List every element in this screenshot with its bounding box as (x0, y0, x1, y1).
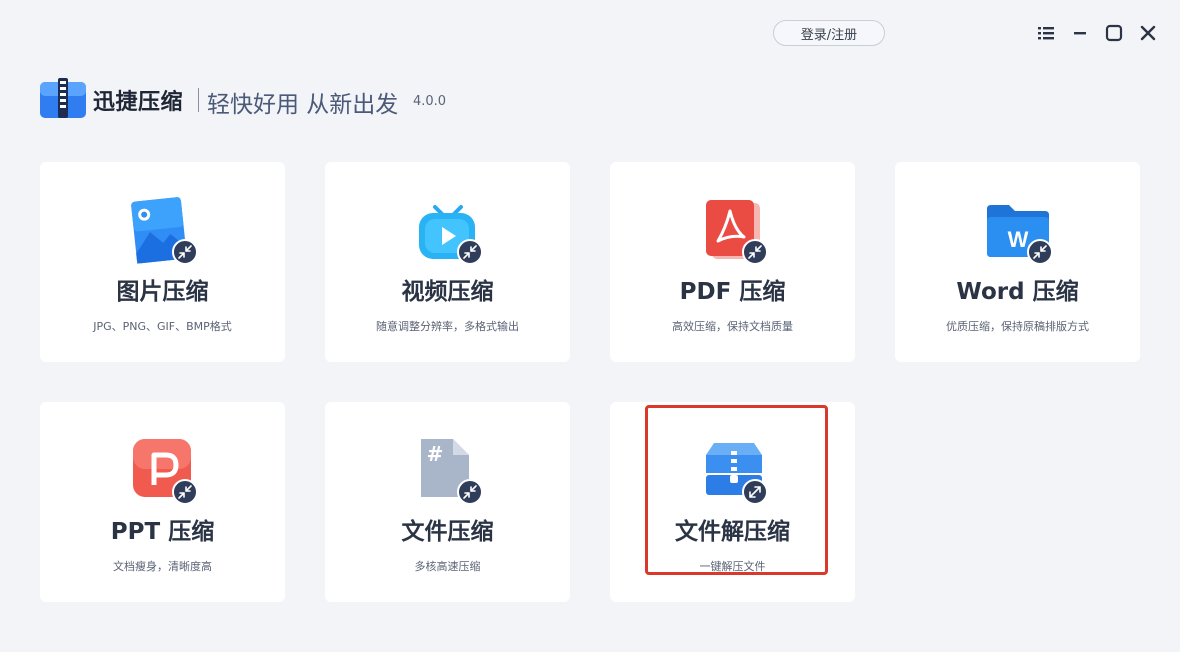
card-description: 高效压缩，保持文档质量 (672, 320, 793, 333)
card-file-decompress[interactable]: 文件解压缩 一键解压文件 (610, 402, 855, 602)
file-hash-icon: # (413, 435, 483, 505)
card-pdf-compress[interactable]: PDF 压缩 高效压缩，保持文档质量 (610, 162, 855, 362)
unzip-icon (698, 435, 768, 505)
card-title: Word 压缩 (956, 279, 1079, 305)
ppt-icon (128, 435, 198, 505)
card-title: 视频压缩 (401, 279, 494, 305)
image-icon (128, 195, 198, 265)
card-title: 文件解压缩 (675, 519, 790, 545)
brand-name: 迅捷压缩 (93, 90, 184, 115)
svg-text:W: W (1007, 227, 1028, 252)
pdf-icon (698, 195, 768, 265)
card-file-compress[interactable]: # 文件压缩 多核高速压缩 (325, 402, 570, 602)
video-tv-icon (413, 195, 483, 265)
version-label: 4.0.0 (413, 94, 447, 109)
card-image-compress[interactable]: 图片压缩 JPG、PNG、GIF、BMP格式 (40, 162, 285, 362)
card-video-compress[interactable]: 视频压缩 随意调整分辨率，多格式输出 (325, 162, 570, 362)
minimize-icon[interactable] (1069, 23, 1091, 43)
app-logo-icon (40, 78, 86, 118)
card-title: 图片压缩 (116, 279, 209, 305)
card-description: JPG、PNG、GIF、BMP格式 (93, 320, 232, 333)
card-description: 一键解压文件 (699, 560, 766, 573)
close-icon[interactable] (1137, 23, 1159, 43)
card-title: 文件压缩 (401, 519, 494, 545)
card-description: 优质压缩，保持原稿排版方式 (946, 320, 1089, 333)
card-description: 随意调整分辨率，多格式输出 (376, 320, 519, 333)
brand-slogan: 轻快好用 从新出发 (207, 92, 399, 118)
card-description: 多核高速压缩 (414, 560, 481, 573)
list-icon[interactable] (1035, 23, 1057, 43)
maximize-icon[interactable] (1103, 23, 1125, 43)
word-folder-icon: W (983, 195, 1053, 265)
card-title: PPT 压缩 (110, 519, 215, 545)
card-word-compress[interactable]: W Word 压缩 优质压缩，保持原稿排版方式 (895, 162, 1140, 362)
login-register-button[interactable]: 登录/注册 (773, 20, 885, 46)
card-ppt-compress[interactable]: PPT 压缩 文档瘦身，清晰度高 (40, 402, 285, 602)
svg-text:#: # (426, 442, 443, 466)
card-title: PDF 压缩 (679, 279, 786, 305)
brand-divider (198, 88, 199, 112)
card-description: 文档瘦身，清晰度高 (113, 560, 212, 573)
